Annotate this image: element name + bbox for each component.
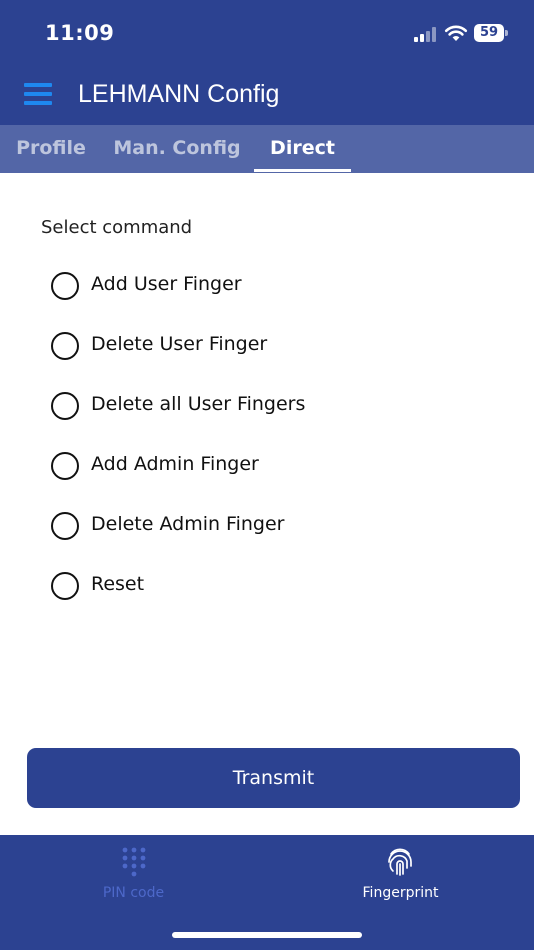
- radio-option-label: Delete User Finger: [91, 333, 268, 355]
- radio-button[interactable]: [51, 452, 79, 480]
- hamburger-menu-icon[interactable]: [24, 83, 52, 105]
- tab-direct[interactable]: Direct: [254, 125, 351, 173]
- radio-button[interactable]: [51, 392, 79, 420]
- radio-option-delete-user-finger[interactable]: Delete User Finger: [50, 326, 370, 366]
- status-bar: 11:09 59: [0, 0, 534, 68]
- radio-button[interactable]: [51, 272, 79, 300]
- select-command-label: Select command: [41, 217, 193, 238]
- radio-button[interactable]: [51, 332, 79, 360]
- radio-option-delete-admin-finger[interactable]: Delete Admin Finger: [50, 506, 370, 546]
- nav-item-pin-code[interactable]: PIN code: [0, 835, 267, 915]
- radio-option-add-user-finger[interactable]: Add User Finger: [50, 266, 370, 306]
- app-title: LEHMANN Config: [78, 80, 280, 108]
- battery-level: 59: [474, 24, 504, 42]
- battery-cap: [505, 30, 508, 36]
- cellular-signal-icon: [414, 26, 438, 42]
- active-tab-indicator: [254, 169, 351, 172]
- radio-button[interactable]: [51, 572, 79, 600]
- radio-button[interactable]: [51, 512, 79, 540]
- radio-option-delete-all-user-fingers[interactable]: Delete all User Fingers: [50, 386, 370, 426]
- tab-man-config[interactable]: Man. Config: [112, 125, 242, 173]
- radio-option-label: Add Admin Finger: [91, 453, 259, 475]
- radio-option-label: Reset: [91, 573, 145, 595]
- radio-option-label: Add User Finger: [91, 273, 242, 295]
- home-indicator: [172, 932, 362, 938]
- tab-profile[interactable]: Profile: [10, 125, 92, 173]
- app-bar: LEHMANN Config: [0, 68, 534, 125]
- radio-option-label: Delete Admin Finger: [91, 513, 285, 535]
- nav-label-fingerprint: Fingerprint: [362, 885, 439, 901]
- status-time: 11:09: [45, 21, 115, 45]
- nav-label-pin-code: PIN code: [102, 885, 165, 901]
- fingerprint-icon: [388, 848, 412, 876]
- transmit-button[interactable]: Transmit: [27, 748, 520, 808]
- radio-option-label: Delete all User Fingers: [91, 393, 306, 415]
- radio-option-add-admin-finger[interactable]: Add Admin Finger: [50, 446, 370, 486]
- keypad-icon: [122, 847, 146, 877]
- nav-item-fingerprint[interactable]: Fingerprint: [267, 835, 534, 915]
- wifi-icon: [444, 25, 468, 41]
- tab-bar: Profile Man. Config Direct: [0, 125, 534, 173]
- radio-option-reset[interactable]: Reset: [50, 566, 370, 606]
